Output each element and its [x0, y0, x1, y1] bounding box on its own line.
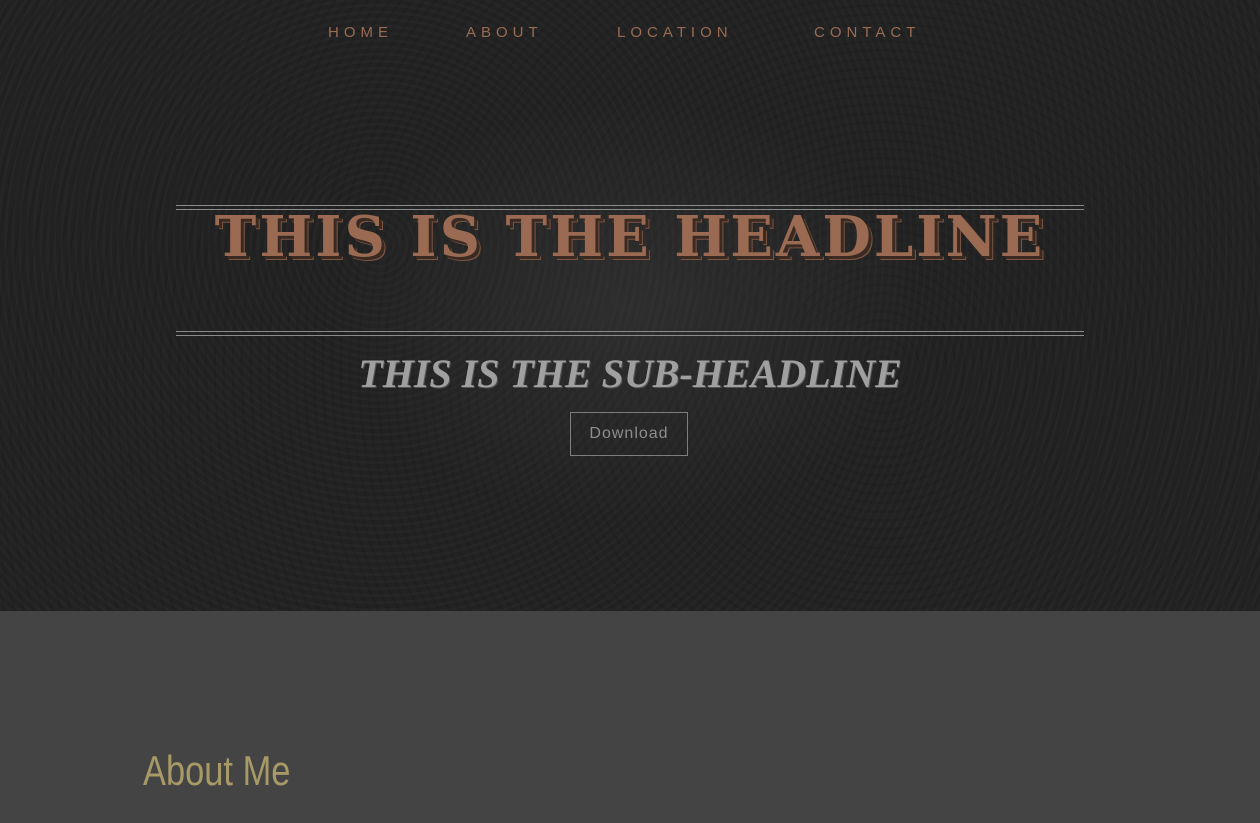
download-button[interactable]: Download — [570, 412, 688, 456]
about-section: About Me — [0, 611, 1260, 823]
about-title: About Me — [143, 747, 291, 794]
hero-subheadline: THIS IS THE SUB-HEADLINE — [358, 351, 902, 396]
nav-item-location[interactable]: LOCATION — [617, 24, 733, 41]
hero-section: HOME ABOUT LOCATION CONTACT THIS IS THE … — [0, 0, 1260, 611]
nav-item-home[interactable]: HOME — [328, 24, 393, 41]
hero-headline: THIS IS THE HEADLINE — [214, 204, 1046, 270]
nav-item-about[interactable]: ABOUT — [466, 24, 543, 41]
headline-bottom-divider — [176, 331, 1084, 336]
main-nav: HOME ABOUT LOCATION CONTACT — [0, 24, 1260, 44]
nav-item-contact[interactable]: CONTACT — [814, 24, 920, 41]
